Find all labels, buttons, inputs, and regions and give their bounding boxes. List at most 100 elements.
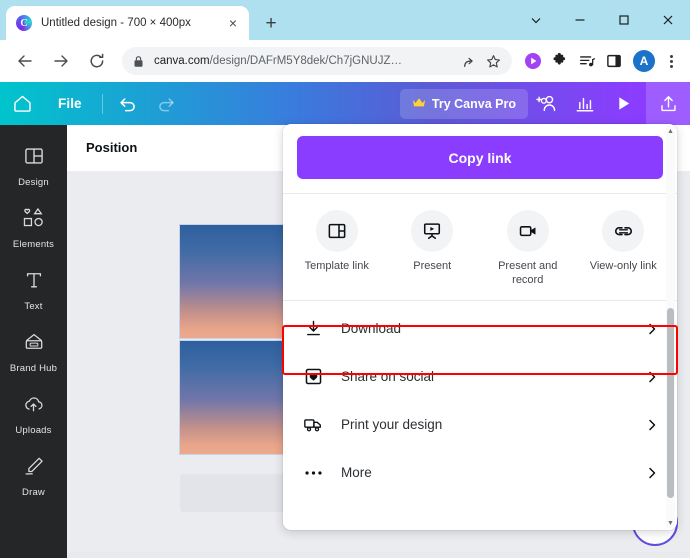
sidebar-item-brand-hub[interactable]: Brand Hub (0, 321, 67, 383)
tab-search-chevron-down-icon[interactable] (514, 0, 558, 40)
play-icon[interactable] (604, 89, 642, 119)
canva-toolbar: File Try Canva Pro (0, 82, 690, 125)
ellipsis-icon (301, 469, 325, 477)
redo-icon[interactable] (147, 89, 185, 119)
try-canva-pro-label: Try Canva Pro (431, 96, 516, 111)
star-icon[interactable] (482, 50, 504, 72)
menu-item-label: Print your design (341, 417, 443, 432)
home-icon[interactable] (0, 82, 44, 125)
close-window-icon[interactable] (646, 0, 690, 40)
download-arrow-icon (301, 319, 325, 338)
sidebar-item-elements[interactable]: Elements (0, 197, 67, 259)
address-bar[interactable]: canva.com/design/DAFrM5Y8dek/Ch7jGNUJZ… (122, 47, 512, 75)
media-playlist-icon[interactable] (574, 48, 600, 74)
extensions-puzzle-icon[interactable] (547, 48, 573, 74)
share-panel: Copy link Template link Present Present … (283, 124, 677, 530)
shapes-icon (22, 207, 46, 234)
url-host: canva.com (154, 55, 210, 67)
copy-link-section: Copy link (283, 124, 677, 193)
bar-chart-icon[interactable] (566, 89, 604, 119)
side-panel-icon[interactable] (601, 48, 627, 74)
quick-action-label: Present (413, 260, 452, 272)
browser-tab[interactable]: Untitled design - 700 × 400px × (6, 6, 249, 40)
text-t-icon (23, 269, 45, 296)
tab-strip: Untitled design - 700 × 400px × + (0, 0, 690, 40)
left-sidebar: Design Elements Text Brand Hub Uploads D… (0, 125, 67, 558)
quick-actions-row: Template link Present Present and record (283, 194, 677, 300)
sidebar-item-design[interactable]: Design (0, 135, 67, 197)
try-canva-pro-button[interactable]: Try Canva Pro (399, 88, 528, 119)
delivery-truck-icon (301, 415, 325, 434)
chain-link-icon (602, 210, 645, 252)
sidebar-item-uploads[interactable]: Uploads (0, 383, 67, 445)
menu-item-label: Share on social (341, 369, 435, 384)
media-play-extension-icon[interactable] (520, 48, 546, 74)
lock-icon (133, 55, 146, 68)
reload-icon[interactable] (82, 46, 112, 76)
pencil-draw-icon (23, 455, 45, 482)
canva-logo-icon (16, 15, 32, 31)
video-camera-icon (506, 210, 549, 252)
chevron-right-icon (645, 418, 661, 432)
quick-action-label: Present and record (498, 260, 558, 286)
sidebar-item-label: Design (18, 176, 49, 188)
sidebar-item-label: Elements (12, 238, 55, 250)
url-text: canva.com/design/DAFrM5Y8dek/Ch7jGNUJZ… (154, 55, 454, 67)
url-path: /design/DAFrM5Y8dek/Ch7jGNUJZ… (209, 55, 402, 67)
scroll-up-arrow-icon[interactable]: ▲ (666, 126, 675, 136)
avatar[interactable]: A (633, 50, 655, 72)
undo-icon[interactable] (109, 89, 147, 119)
sidebar-item-label: Draw (22, 486, 45, 498)
quick-action-label: View-only link (589, 260, 657, 272)
scroll-down-arrow-icon[interactable]: ▼ (666, 518, 675, 528)
sidebar-item-label: Uploads (15, 424, 52, 436)
share-page-icon[interactable] (457, 50, 479, 72)
quick-action-label: Template link (304, 260, 369, 272)
chevron-right-icon (645, 370, 661, 384)
brand-palette-icon (23, 331, 45, 358)
add-people-icon[interactable] (528, 89, 566, 119)
menu-item-print-your-design[interactable]: Print your design (283, 401, 677, 449)
chevron-right-icon (645, 322, 661, 336)
menu-item-label: More (341, 465, 372, 480)
position-button[interactable]: Position (86, 140, 137, 155)
horizontal-scrollbar[interactable] (67, 552, 690, 558)
template-layout-icon (315, 210, 358, 252)
copy-link-button[interactable]: Copy link (297, 136, 663, 179)
sidebar-item-label: Brand Hub (9, 362, 58, 374)
heart-square-icon (301, 367, 325, 386)
share-panel-content: Copy link Template link Present Present … (283, 124, 677, 530)
menu-item-share-on-social[interactable]: Share on social (283, 353, 677, 401)
close-icon[interactable]: × (223, 13, 243, 33)
browser-window: Untitled design - 700 × 400px × + (0, 0, 690, 558)
presentation-play-icon (411, 210, 454, 252)
back-icon[interactable] (10, 46, 40, 76)
forward-icon[interactable] (46, 46, 76, 76)
share-menu-list: Download Share on social Print your desi… (283, 301, 677, 505)
browser-navigation-bar: canva.com/design/DAFrM5Y8dek/Ch7jGNUJZ… … (0, 40, 690, 82)
menu-item-download[interactable]: Download (283, 305, 677, 353)
cloud-upload-icon (22, 393, 45, 420)
quick-action-view-only-link[interactable]: View-only link (576, 210, 672, 288)
menu-item-label: Download (341, 321, 402, 336)
upload-share-icon[interactable] (646, 82, 690, 125)
panel-scrollbar[interactable]: ▲ ▼ (666, 126, 675, 528)
crown-icon (412, 97, 426, 111)
scrollbar-thumb[interactable] (667, 308, 674, 498)
toolbar-divider (101, 93, 103, 114)
sidebar-item-label: Text (24, 300, 43, 312)
minimize-icon[interactable] (558, 0, 602, 40)
menu-item-more[interactable]: More (283, 449, 677, 497)
sidebar-item-draw[interactable]: Draw (0, 445, 67, 507)
quick-action-template-link[interactable]: Template link (289, 210, 385, 288)
file-menu-button[interactable]: File (44, 96, 96, 111)
kebab-menu-icon[interactable] (660, 54, 682, 68)
sidebar-item-text[interactable]: Text (0, 259, 67, 321)
layout-panels-icon (23, 145, 45, 172)
chevron-right-icon (645, 466, 661, 480)
new-tab-button[interactable]: + (258, 11, 284, 35)
quick-action-present-and-record[interactable]: Present and record (480, 210, 576, 288)
quick-action-present[interactable]: Present (385, 210, 481, 288)
window-controls (514, 0, 690, 40)
maximize-icon[interactable] (602, 0, 646, 40)
